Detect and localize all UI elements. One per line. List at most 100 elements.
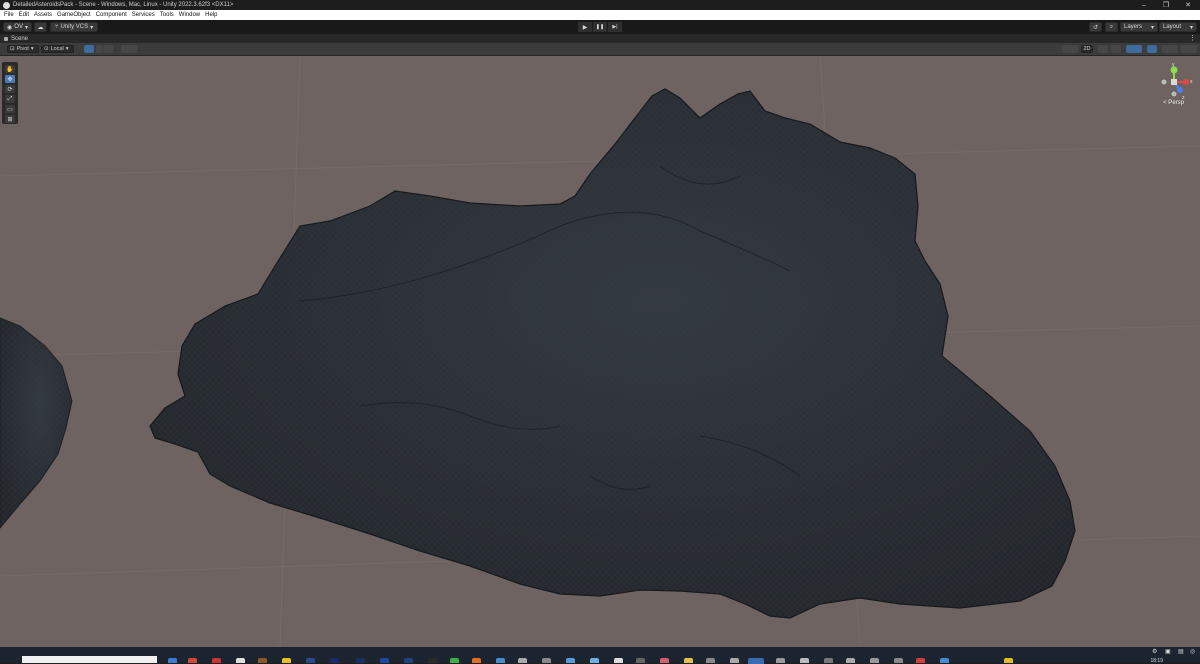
projection-toggle[interactable]: < Persp [1163, 100, 1184, 106]
layout-label: Layout [1163, 24, 1182, 30]
volume-icon[interactable]: ▤ [1178, 648, 1185, 655]
chevron-down-icon: ▾ [1150, 24, 1154, 31]
pivot-label-text: Pivot [16, 46, 29, 52]
taskbar-app-icon[interactable] [660, 658, 669, 663]
taskbar-app-icon[interactable] [824, 658, 833, 663]
taskbar-app-icon[interactable] [356, 658, 365, 663]
taskbar-app-icon[interactable] [330, 658, 339, 663]
tab-scene[interactable]: Scene [4, 36, 28, 42]
transform-tool-icon[interactable]: ⊞ [5, 115, 15, 123]
taskbar-app-icon[interactable] [542, 658, 551, 663]
gizmos-dropdown[interactable] [1181, 45, 1197, 53]
layers-label: Layers [1124, 24, 1143, 30]
taskbar-app-icon[interactable] [590, 658, 599, 663]
version-control-dropdown[interactable]: ⑂ Unity VCS ▾ [50, 22, 98, 32]
step-button[interactable]: ▶| [608, 22, 622, 32]
taskbar-app-icon[interactable] [306, 658, 315, 663]
taskbar-app-icon[interactable] [236, 658, 245, 663]
move-tool-icon[interactable]: ✥ [5, 75, 15, 83]
search-button[interactable]: ⌕ [1105, 22, 1118, 32]
scene-icon [4, 36, 8, 41]
snap-increment-dropdown[interactable] [121, 45, 137, 53]
tab-menu-icon[interactable]: ⋮ [1189, 34, 1196, 42]
taskbar-app-icon[interactable] [258, 658, 267, 663]
taskbar-app-icon[interactable] [168, 658, 177, 663]
minimize-button[interactable]: – [1133, 0, 1155, 10]
gizmo-x-label: x [1190, 79, 1193, 85]
grid-snap-dropdown[interactable] [96, 45, 102, 53]
taskbar-app-icon[interactable] [636, 658, 645, 663]
menu-tools[interactable]: Tools [160, 12, 174, 18]
taskbar-app-icon[interactable] [1004, 658, 1013, 663]
taskbar-app-icon[interactable] [800, 658, 809, 663]
layout-dropdown[interactable]: Layout ▾ [1159, 22, 1197, 32]
effects-dropdown[interactable] [1126, 45, 1142, 53]
taskbar-app-icon[interactable] [282, 658, 291, 663]
menu-file[interactable]: File [4, 12, 14, 18]
rotate-tool-icon[interactable]: ⟳ [5, 85, 15, 93]
taskbar-app-icon[interactable] [450, 658, 459, 663]
hand-tool-icon[interactable]: ✋ [5, 65, 15, 73]
menu-gameobject[interactable]: GameObject [57, 12, 91, 18]
taskbar-app-icon[interactable] [472, 658, 481, 663]
hidden-objects-toggle[interactable] [1147, 45, 1157, 53]
taskbar-app-icon[interactable] [380, 658, 389, 663]
play-icon: ▶ [582, 24, 588, 31]
menu-assets[interactable]: Assets [34, 12, 52, 18]
taskbar-app-icon[interactable] [776, 658, 785, 663]
taskbar-app-icon[interactable] [894, 658, 903, 663]
notification-icon[interactable]: ◎ [1190, 648, 1197, 655]
taskbar-app-icon[interactable] [496, 658, 505, 663]
cloud-button[interactable]: ☁ [34, 22, 47, 32]
pause-button[interactable]: ❚❚ [593, 22, 607, 32]
network-icon[interactable]: ⚙ [1152, 648, 1159, 655]
taskbar-app-icon[interactable] [428, 658, 437, 663]
pivot-dropdown[interactable]: ⊡ Pivot ▾ [7, 45, 39, 53]
taskbar-app-icon[interactable] [706, 658, 715, 663]
undo-history-button[interactable]: ↺ [1089, 22, 1102, 32]
close-button[interactable]: ✕ [1177, 0, 1199, 10]
menu-help[interactable]: Help [205, 12, 217, 18]
maximize-button[interactable]: ❐ [1155, 0, 1177, 10]
taskbar-app-icon[interactable] [916, 658, 925, 663]
taskbar-app-icon[interactable] [518, 658, 527, 663]
taskbar-app-icon[interactable] [614, 658, 623, 663]
account-label: OV [14, 24, 23, 30]
2d-label: 2D [1083, 46, 1091, 52]
menu-edit[interactable]: Edit [19, 12, 29, 18]
lighting-toggle[interactable] [1098, 45, 1108, 53]
grid-snap-toggle[interactable] [84, 45, 94, 53]
local-dropdown[interactable]: ⊙ Local ▾ [41, 45, 74, 53]
account-dropdown[interactable]: ◉ OV ▾ [3, 22, 32, 32]
main-toolbar: ◉ OV ▾ ☁ ⑂ Unity VCS ▾ ▶ ❚❚ ▶| ↺ ⌕ Layer… [0, 20, 1200, 34]
menu-component[interactable]: Component [96, 12, 127, 18]
battery-icon[interactable]: ▣ [1165, 648, 1172, 655]
menu-window[interactable]: Window [179, 12, 200, 18]
scale-tool-icon[interactable]: ⤢ [5, 95, 15, 103]
taskbar-app-icon[interactable] [212, 658, 221, 663]
pause-icon: ❚❚ [595, 24, 605, 30]
taskbar-app-icon[interactable] [730, 658, 739, 663]
layers-dropdown[interactable]: Layers ▾ [1120, 22, 1158, 32]
taskbar-app-icon[interactable] [846, 658, 855, 663]
scene-tools-panel: ✋ ✥ ⟳ ⤢ ▭ ⊞ [2, 62, 18, 124]
taskbar-app-icon[interactable] [940, 658, 949, 663]
taskbar-app-icon[interactable] [870, 658, 879, 663]
audio-toggle[interactable] [1111, 45, 1121, 53]
taskbar-app-icon[interactable] [188, 658, 197, 663]
taskbar-app-icon[interactable] [566, 658, 575, 663]
menu-services[interactable]: Services [132, 12, 155, 18]
chevron-down-icon: ▾ [90, 24, 94, 31]
camera-settings-dropdown[interactable] [1162, 45, 1178, 53]
taskbar-search-box[interactable] [22, 656, 157, 663]
rect-tool-icon[interactable]: ▭ [5, 105, 15, 113]
2d-toggle[interactable]: 2D [1081, 45, 1093, 53]
taskbar-app-icon[interactable] [684, 658, 693, 663]
taskbar-app-icon-active[interactable] [748, 658, 764, 664]
scene-viewport[interactable]: ✋ ✥ ⟳ ⤢ ▭ ⊞ y x z < Persp [0, 56, 1200, 647]
draw-mode-dropdown[interactable] [1062, 45, 1078, 53]
grid-visibility-toggle[interactable] [103, 45, 113, 53]
taskbar-app-icon[interactable] [404, 658, 413, 663]
taskbar-clock[interactable]: 18:19 [1150, 658, 1163, 664]
play-button[interactable]: ▶ [578, 22, 592, 32]
